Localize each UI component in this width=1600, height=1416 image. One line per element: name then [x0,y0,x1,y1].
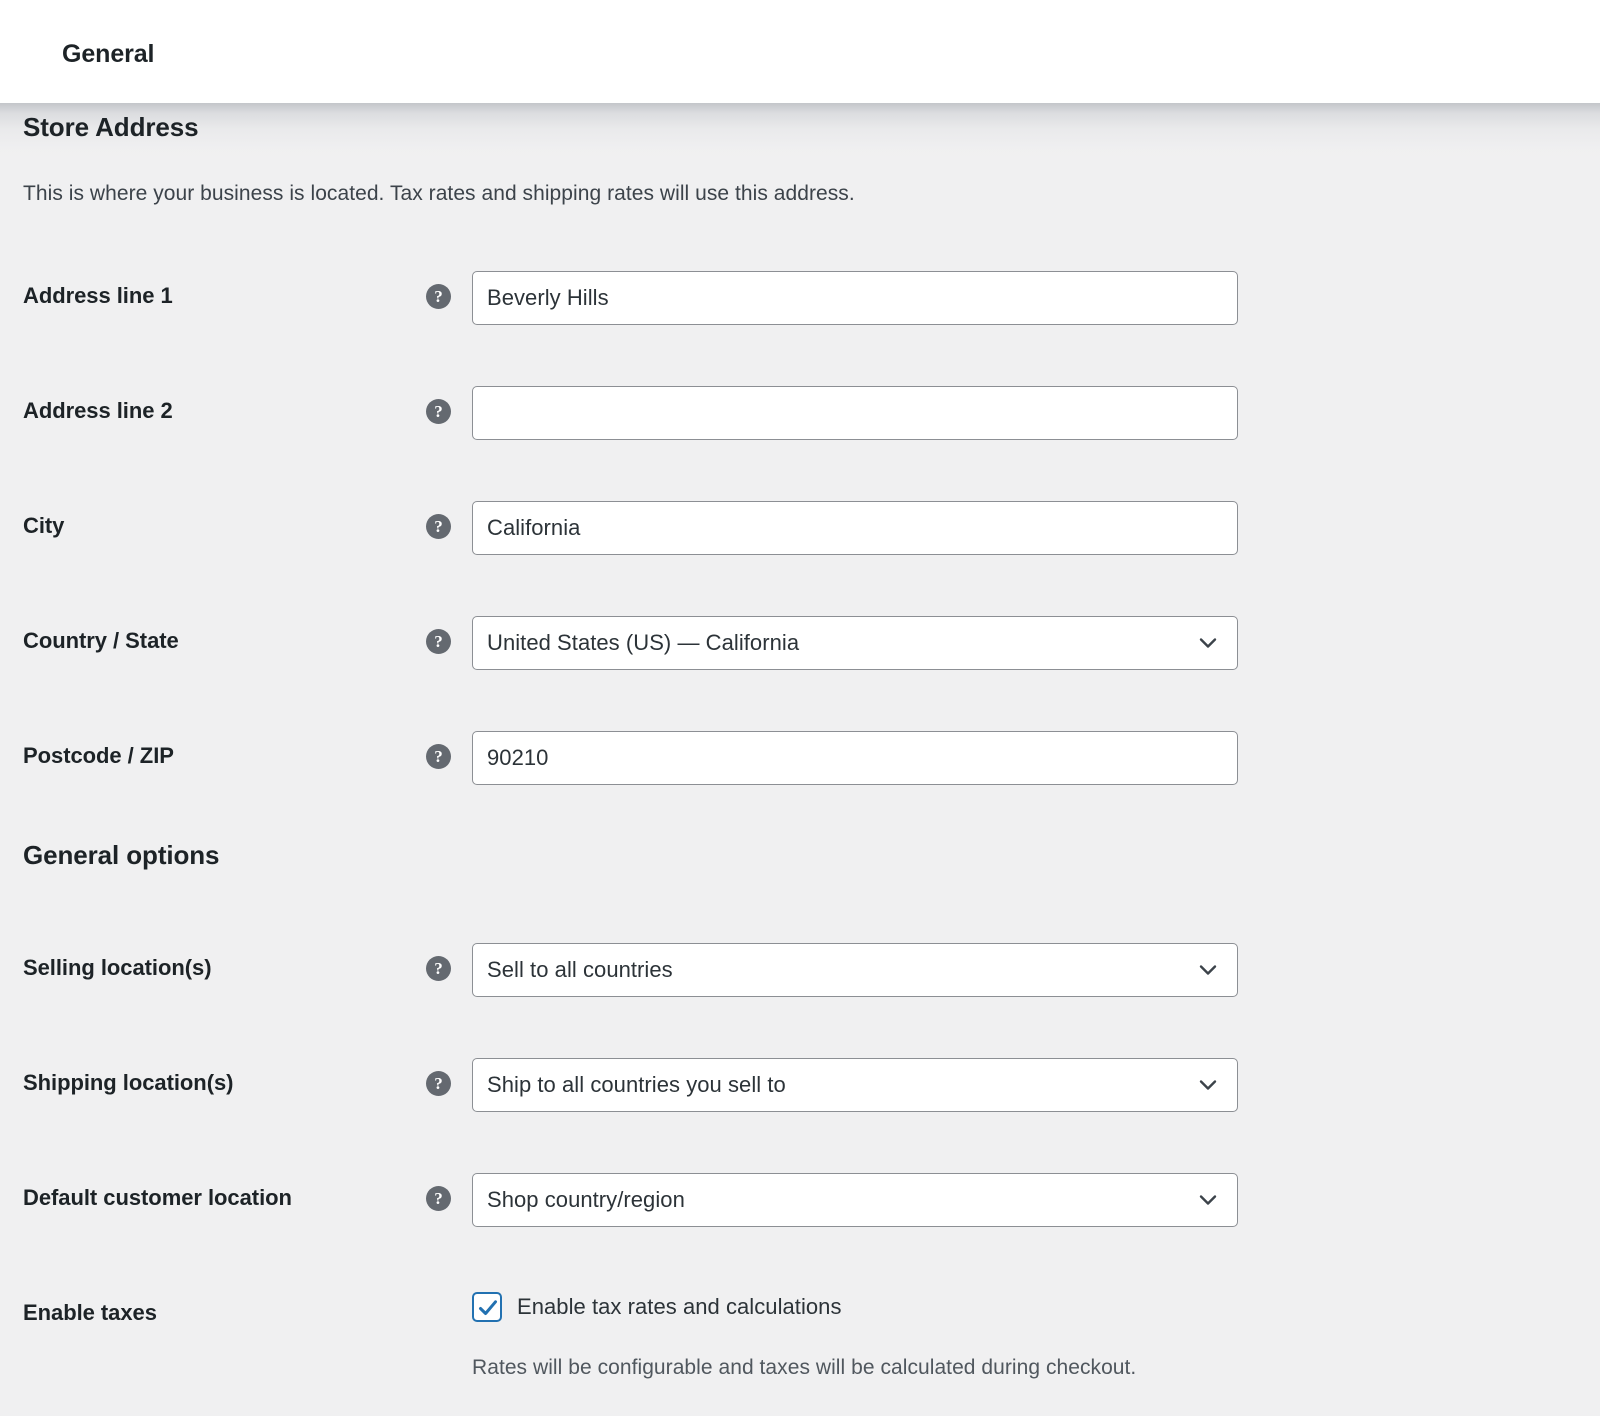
general-options-heading: General options [23,838,219,872]
country-state-select[interactable]: United States (US) — California [472,616,1238,670]
form-row-postcode-zip: Postcode / ZIP ? 90210 [0,703,1600,818]
header-shadow [0,103,1600,165]
default-customer-location-value: Shop country/region [487,1187,685,1212]
selling-locations-value: Sell to all countries [487,957,673,982]
chevron-down-icon [1197,632,1219,654]
form-row-address-line-2: Address line 2 ? [0,358,1600,473]
general-options-form: Selling location(s) ? Sell to all countr… [0,915,1600,1410]
help-icon[interactable]: ? [426,1071,451,1096]
check-icon [477,1297,499,1319]
help-icon[interactable]: ? [426,956,451,981]
selling-locations-select[interactable]: Sell to all countries [472,943,1238,997]
default-customer-location-select[interactable]: Shop country/region [472,1173,1238,1227]
label-address-line-1: Address line 1 [23,281,173,311]
page-header: General [0,0,1600,103]
help-icon[interactable]: ? [426,399,451,424]
help-icon[interactable]: ? [426,744,451,769]
page-title: General [62,38,154,70]
form-row-enable-taxes: Enable taxes Enable tax rates and calcul… [0,1260,1600,1410]
chevron-down-icon [1197,1189,1219,1211]
label-country-state: Country / State [23,626,179,656]
address-line-1-input[interactable]: Beverly Hills [472,271,1238,325]
label-default-customer-location: Default customer location [23,1183,292,1213]
help-icon[interactable]: ? [426,514,451,539]
form-row-city: City ? California [0,473,1600,588]
label-city: City [23,511,64,541]
store-address-form: Address line 1 ? Beverly Hills Address l… [0,243,1600,818]
label-address-line-2: Address line 2 [23,396,173,426]
chevron-down-icon [1197,1074,1219,1096]
enable-taxes-description: Rates will be configurable and taxes wil… [472,1353,1136,1383]
form-row-address-line-1: Address line 1 ? Beverly Hills [0,243,1600,358]
store-address-description: This is where your business is located. … [23,179,855,209]
store-address-heading: Store Address [23,110,198,144]
postcode-zip-input[interactable]: 90210 [472,731,1238,785]
chevron-down-icon [1197,959,1219,981]
label-postcode-zip: Postcode / ZIP [23,741,174,771]
form-row-shipping-locations: Shipping location(s) ? Ship to all count… [0,1030,1600,1145]
enable-taxes-checkbox[interactable] [472,1292,502,1322]
address-line-2-input[interactable] [472,386,1238,440]
help-icon[interactable]: ? [426,629,451,654]
shipping-locations-select[interactable]: Ship to all countries you sell to [472,1058,1238,1112]
form-row-default-customer-location: Default customer location ? Shop country… [0,1145,1600,1260]
country-state-value: United States (US) — California [487,630,799,655]
label-enable-taxes: Enable taxes [23,1298,157,1328]
city-input[interactable]: California [472,501,1238,555]
help-icon[interactable]: ? [426,284,451,309]
enable-taxes-checkbox-wrap[interactable]: Enable tax rates and calculations [472,1292,842,1322]
help-icon[interactable]: ? [426,1186,451,1211]
label-shipping-locations: Shipping location(s) [23,1068,233,1098]
form-row-selling-locations: Selling location(s) ? Sell to all countr… [0,915,1600,1030]
label-selling-locations: Selling location(s) [23,953,212,983]
shipping-locations-value: Ship to all countries you sell to [487,1072,786,1097]
form-row-country-state: Country / State ? United States (US) — C… [0,588,1600,703]
enable-taxes-checkbox-label: Enable tax rates and calculations [517,1292,842,1322]
